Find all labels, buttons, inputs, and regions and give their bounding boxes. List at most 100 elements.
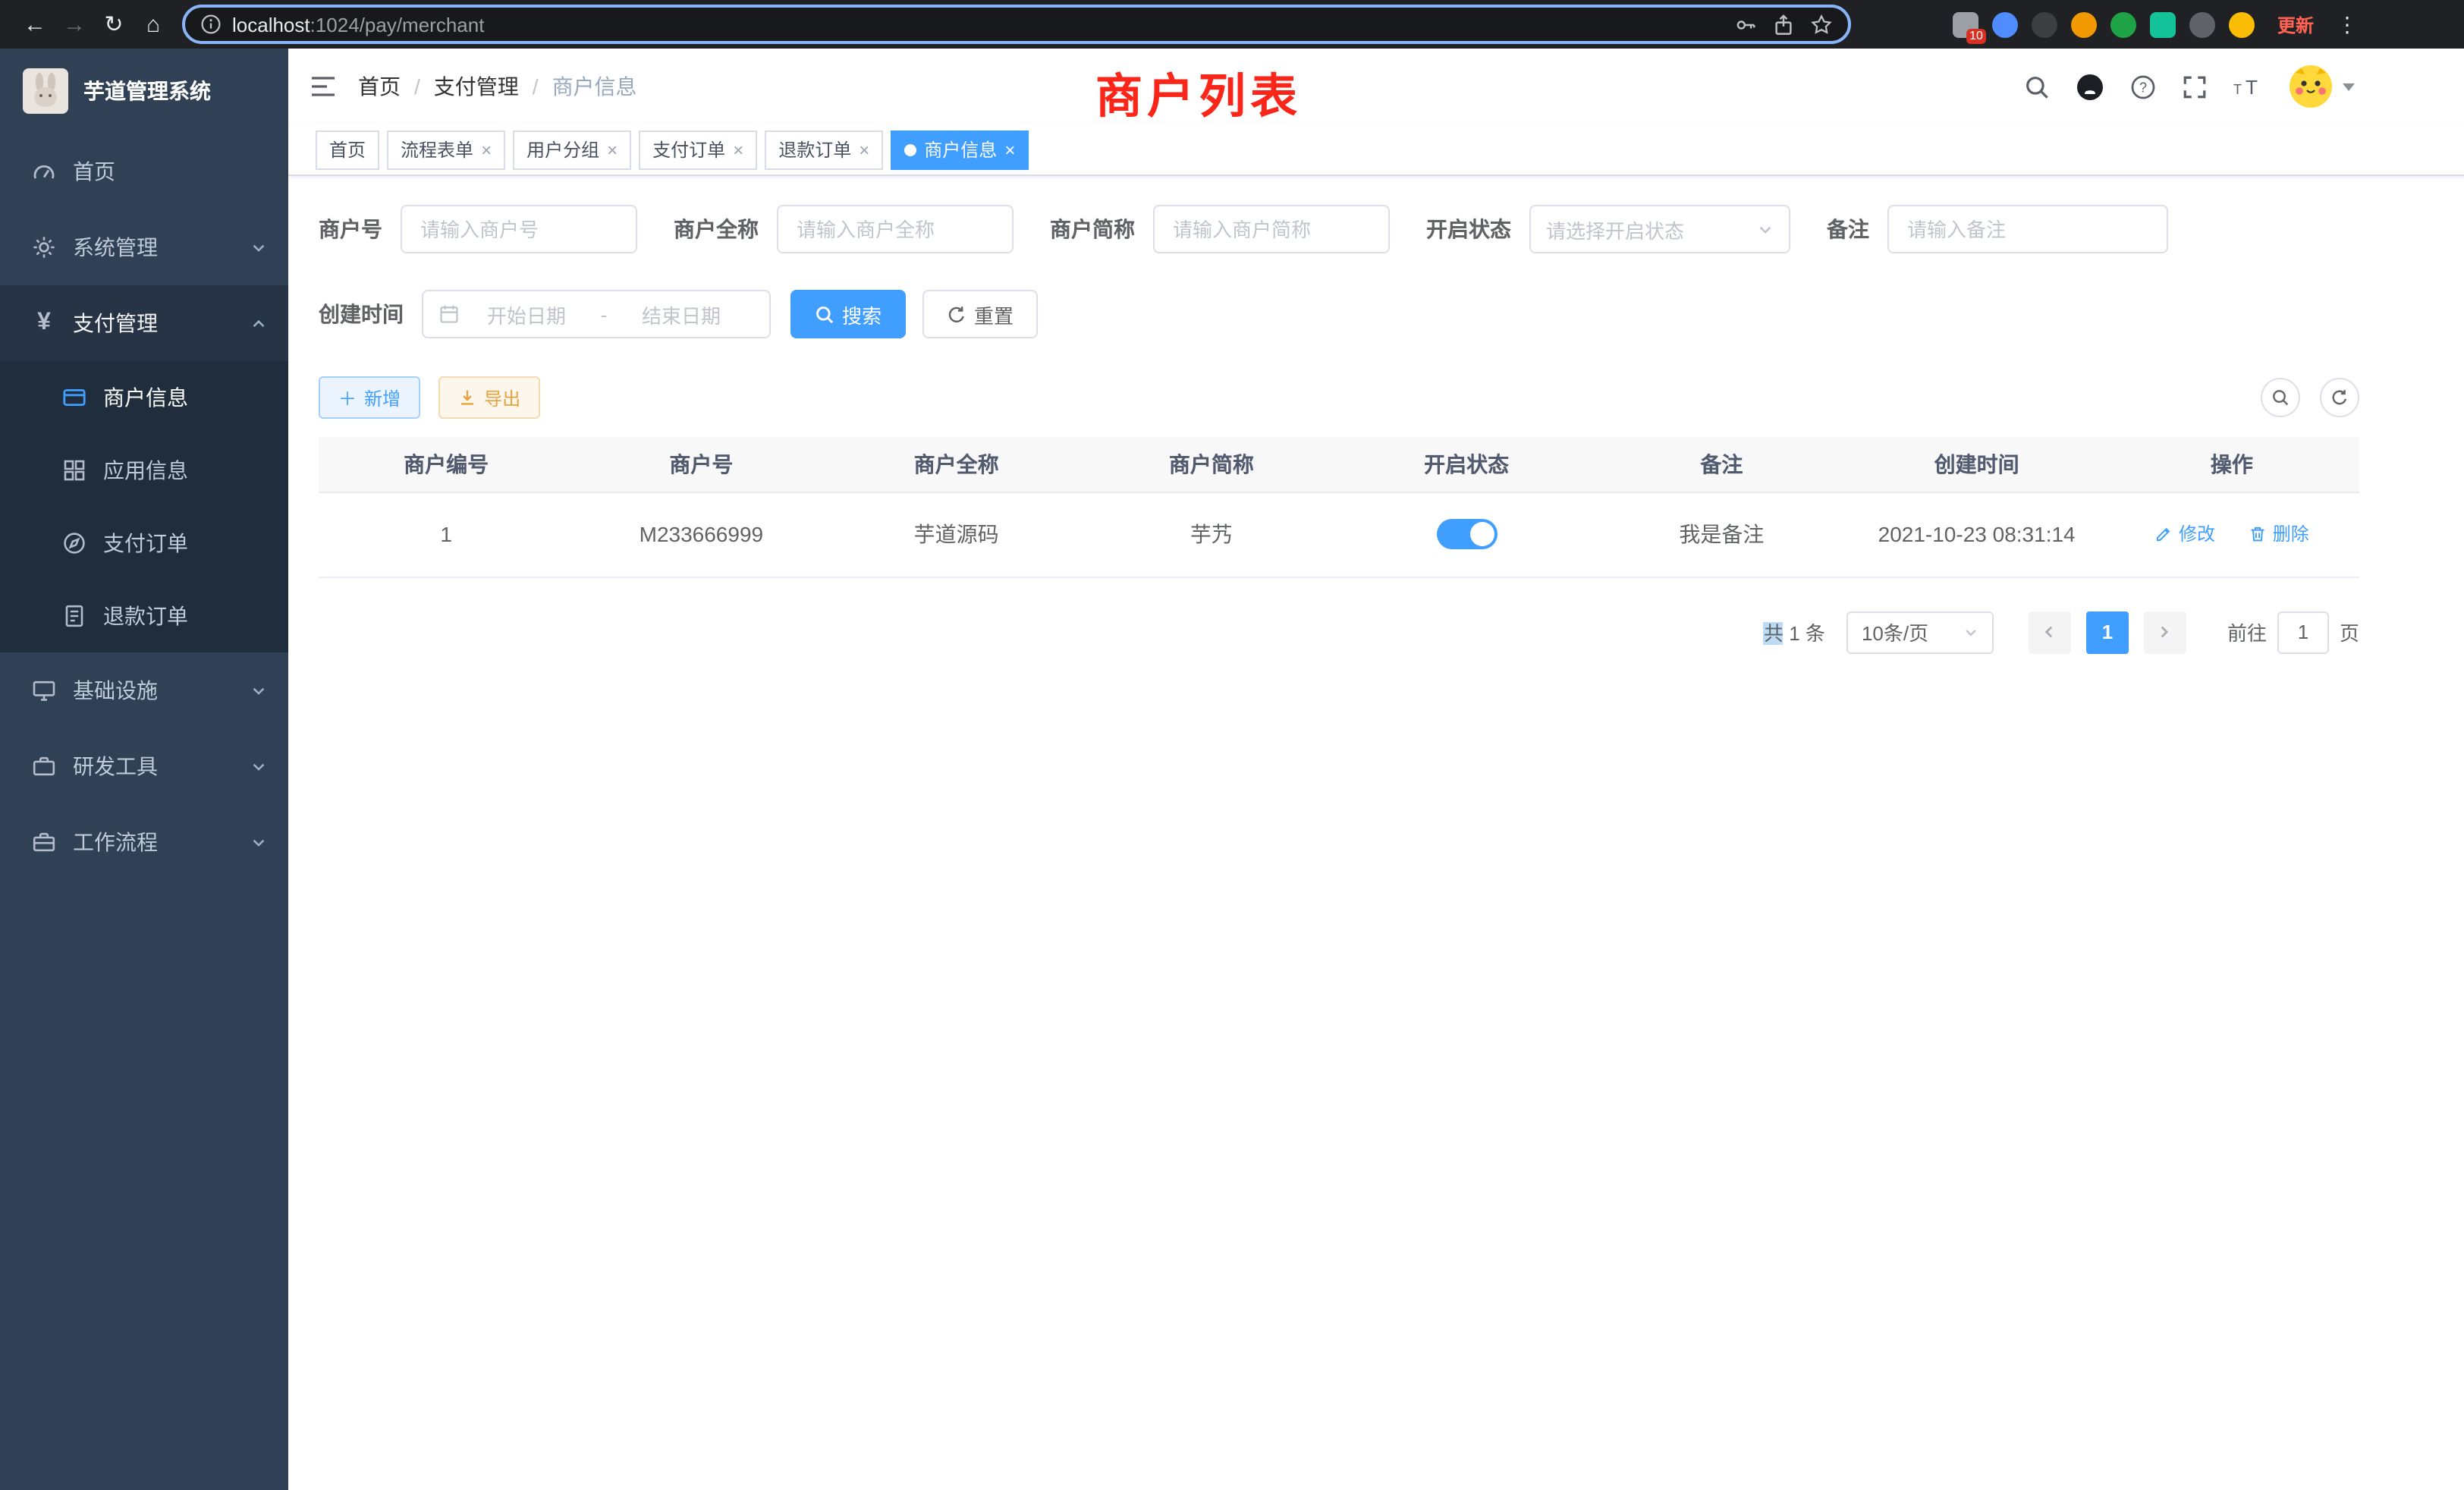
browser-home-button[interactable]: ⌂ — [134, 5, 173, 44]
tab-user-group[interactable]: 用户分组 × — [513, 130, 631, 169]
add-button[interactable]: ＋ 新增 — [319, 376, 420, 419]
breadcrumb-home[interactable]: 首页 — [358, 71, 401, 102]
goto-page-input[interactable] — [2277, 611, 2329, 653]
remark-input[interactable] — [1887, 205, 2168, 253]
github-icon[interactable] — [2076, 72, 2104, 101]
app-title: 芋道管理系统 — [83, 76, 211, 106]
sidebar-item-payment[interactable]: ¥ 支付管理 — [0, 285, 288, 361]
breadcrumb-separator: / — [533, 74, 539, 99]
document-icon — [61, 604, 88, 628]
user-menu[interactable] — [2288, 64, 2355, 109]
share-icon[interactable] — [1772, 13, 1795, 36]
sidebar-item-merchant-info[interactable]: 商户信息 — [0, 361, 288, 434]
browser-back-button[interactable]: ← — [15, 5, 55, 44]
short-name-input[interactable] — [1153, 205, 1390, 253]
cell-merchant-id: 1 — [319, 492, 574, 577]
chevron-down-icon — [250, 758, 267, 775]
browser-menu-icon[interactable]: ⋮ — [2337, 11, 2358, 37]
page-number-button[interactable]: 1 — [2086, 611, 2129, 653]
cell-remark: 我是备注 — [1594, 492, 1849, 577]
sidebar-item-refund-orders[interactable]: 退款订单 — [0, 580, 288, 652]
tab-process-form[interactable]: 流程表单 × — [387, 130, 505, 169]
search-icon — [815, 304, 834, 324]
chevron-up-icon — [250, 315, 267, 332]
sidebar-item-system[interactable]: 系统管理 — [0, 209, 288, 285]
compass-icon — [61, 531, 88, 555]
close-icon[interactable]: × — [1004, 140, 1015, 159]
merchant-no-label: 商户号 — [319, 214, 401, 244]
sidebar-item-home[interactable]: 首页 — [0, 134, 288, 209]
chevron-down-icon — [250, 239, 267, 256]
download-icon — [458, 388, 476, 407]
export-button[interactable]: 导出 — [438, 376, 540, 419]
extension-blue-icon[interactable] — [1992, 11, 2018, 37]
close-icon[interactable]: × — [733, 140, 743, 159]
refresh-table-button[interactable] — [2320, 378, 2359, 417]
sidebar-item-workflow[interactable]: 工作流程 — [0, 804, 288, 880]
tab-refund-orders[interactable]: 退款订单 × — [765, 130, 883, 169]
extension-green-circle-icon[interactable] — [2110, 11, 2136, 37]
browser-forward-button[interactable]: → — [55, 5, 94, 44]
breadcrumb-payment[interactable]: 支付管理 — [434, 71, 519, 102]
create-time-range-picker[interactable]: 开始日期 - 结束日期 — [422, 290, 771, 338]
search-button[interactable]: 搜索 — [790, 290, 906, 338]
browser-reload-button[interactable]: ↻ — [94, 5, 134, 44]
short-name-label: 商户简称 — [1050, 214, 1153, 244]
sidebar-item-app-info[interactable]: 应用信息 — [0, 434, 288, 507]
passwords-key-icon[interactable] — [1734, 13, 1757, 36]
top-navbar: 首页 / 支付管理 / 商户信息 商户列表 ? — [288, 49, 2464, 124]
status-toggle[interactable] — [1436, 519, 1497, 549]
delete-button[interactable]: 删除 — [2249, 521, 2309, 547]
sidebar-toggle-icon[interactable] — [310, 74, 337, 99]
extension-green-square-icon[interactable] — [2150, 11, 2176, 37]
cell-create-time: 2021-10-23 08:31:14 — [1850, 492, 2104, 577]
fullscreen-icon[interactable] — [2182, 74, 2208, 99]
site-info-icon[interactable] — [200, 14, 222, 35]
page-size-select[interactable]: 10条/页 — [1846, 611, 1994, 653]
extension-dark-icon[interactable] — [2032, 11, 2057, 37]
sidebar-item-payment-orders[interactable]: 支付订单 — [0, 507, 288, 580]
table-header-row: 商户编号 商户号 商户全称 商户简称 开启状态 备注 创建时间 操作 — [319, 437, 2359, 492]
column-header: 商户全称 — [829, 437, 1084, 492]
toggle-search-button[interactable] — [2261, 378, 2300, 417]
tab-payment-orders[interactable]: 支付订单 × — [639, 130, 757, 169]
extension-pin-icon[interactable] — [2189, 11, 2215, 37]
extension-smiley-icon[interactable] — [2229, 11, 2255, 37]
font-size-icon[interactable]: TT — [2233, 75, 2262, 98]
card-icon — [61, 385, 88, 410]
start-date-placeholder[interactable]: 开始日期 — [472, 300, 581, 328]
chrome-update-button[interactable]: 更新 — [2268, 7, 2323, 42]
close-icon[interactable]: × — [607, 140, 618, 159]
help-icon[interactable]: ? — [2130, 74, 2156, 99]
close-icon[interactable]: × — [481, 140, 492, 159]
edit-button[interactable]: 修改 — [2154, 521, 2215, 547]
status-select[interactable]: 请选择开启状态 — [1529, 205, 1790, 253]
search-icon[interactable] — [2024, 74, 2050, 99]
prev-page-button[interactable] — [2029, 611, 2071, 653]
monitor-icon — [30, 678, 58, 703]
full-name-input[interactable] — [777, 205, 1014, 253]
column-header: 商户简称 — [1084, 437, 1339, 492]
logo[interactable]: 芋道管理系统 — [0, 49, 288, 134]
extensions-puzzle-icon[interactable]: 10 — [1953, 11, 1978, 37]
url-host: localhost — [232, 13, 310, 36]
extension-avatar-icon[interactable] — [2071, 11, 2097, 37]
tags-view-bar: 首页 流程表单 × 用户分组 × 支付订单 × — [288, 124, 2464, 176]
tab-home[interactable]: 首页 — [316, 130, 379, 169]
next-page-button[interactable] — [2144, 611, 2186, 653]
reset-button[interactable]: 重置 — [922, 290, 1038, 338]
sidebar-item-infrastructure[interactable]: 基础设施 — [0, 652, 288, 728]
sidebar-item-dev-tools[interactable]: 研发工具 — [0, 728, 288, 804]
end-date-placeholder[interactable]: 结束日期 — [627, 300, 736, 328]
cell-merchant-no: M233666999 — [574, 492, 828, 577]
merchant-no-input[interactable] — [401, 205, 637, 253]
breadcrumb-separator: / — [414, 74, 420, 99]
toolbox-icon — [30, 754, 58, 778]
close-icon[interactable]: × — [859, 140, 869, 159]
user-avatar — [2288, 64, 2334, 109]
bookmark-star-icon[interactable] — [1810, 13, 1833, 36]
active-dot — [904, 143, 916, 156]
payment-submenu: 商户信息 应用信息 支付订单 — [0, 361, 288, 652]
tab-merchant-info[interactable]: 商户信息 × — [891, 130, 1029, 169]
address-bar[interactable]: localhost:1024/pay/merchant — [182, 5, 1851, 44]
